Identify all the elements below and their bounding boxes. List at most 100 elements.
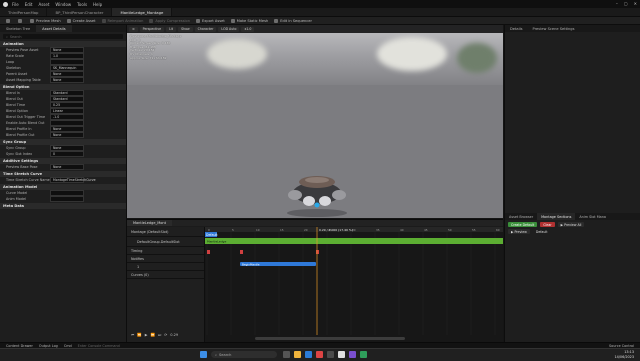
property-value-field[interactable]: None [50,164,84,170]
menu-window[interactable]: Window [55,2,71,7]
file-explorer-icon[interactable] [294,351,301,358]
property-label: Blend Time [6,103,26,107]
tab-bp-thirdpersoncharacter[interactable]: BP_ThirdPersonCharacter [47,8,113,16]
unreal-engine-taskbar-icon[interactable] [338,351,345,358]
close-icon[interactable]: ✕ [634,1,637,6]
loop-icon[interactable]: ⟳ [164,333,167,337]
sequencer-icon [274,18,279,23]
taskbar-clock[interactable]: 13:13 14/06/2023 [614,350,634,359]
tab-details[interactable]: Details [505,25,527,32]
export-asset-button[interactable]: Export Asset [196,18,225,23]
app-icon[interactable] [327,351,334,358]
playback-speed-button[interactable]: x1.0 [241,26,255,32]
lod-button[interactable]: LOD Auto [218,26,240,32]
perspective-button[interactable]: Perspective [139,26,165,32]
skip-forward-icon[interactable]: ⏭ [158,333,161,337]
character-back-highlight [305,177,329,183]
menu-asset[interactable]: Asset [38,2,49,7]
section-label: Default [206,233,218,237]
skip-back-icon[interactable]: ⏮ [131,333,134,337]
ruler-tick-label: 40 [400,228,404,232]
preview-all-button[interactable]: ▶ Preview All [557,222,585,227]
track-notify-1[interactable]: 1 [127,263,204,271]
property-value-field[interactable]: None [50,77,84,83]
app-icon[interactable] [316,351,323,358]
transport-controls: ⏮ ⏪ ▶ ⏩ ⏭ ⟳ 0.29 [131,333,178,337]
step-forward-icon[interactable]: ⏩ [150,333,154,337]
timing-marker[interactable] [207,250,210,254]
tab-asset-details[interactable]: Asset Details [36,25,72,32]
app-icon[interactable] [349,351,356,358]
menu-tools[interactable]: Tools [77,2,87,7]
character-button[interactable]: Character [194,26,217,32]
play-icon[interactable]: ▶ [145,333,148,337]
property-label: Blend Profile In [6,127,32,131]
show-button[interactable]: Show [178,26,193,32]
track-curves[interactable]: Curves (0) [127,271,204,279]
default-section-label[interactable]: Default [533,229,551,234]
track-montage[interactable]: Montage (DefaultSlot) [127,227,204,237]
property-value-field[interactable]: MontageTimeStretchCurve [50,177,96,183]
play-icon: ▶ [511,229,514,234]
tab-skeleton-tree[interactable]: Skeleton Tree [0,25,36,32]
tab-label: MantleLedge_Montage [120,9,164,15]
timeline-scrollbar[interactable] [255,337,405,340]
compress-icon [149,18,154,23]
asset-toolbar: Preview Mesh Create Asset Reimport Anima… [0,17,640,25]
create-default-button[interactable]: Create Default [508,222,538,227]
viewport-menu-button[interactable]: ≡ [129,26,138,32]
property-row: Asset Mapping Table None [0,77,126,83]
apply-compression-button[interactable]: Apply Compression [149,18,190,23]
property-label: Blend Out [6,97,23,101]
tab-anim-slot-manager[interactable]: Anim Slot Mana [575,213,610,220]
tab-asset-browser[interactable]: Asset Browser [505,213,537,220]
left-panel-tabs: Skeleton Tree Asset Details [0,25,126,32]
preview-mesh-button[interactable]: Preview Mesh [30,18,61,23]
details-section-header[interactable]: Meta Data [0,203,126,209]
montage-editor-header: MantleLedge_Mont [127,220,503,226]
clear-button[interactable]: Clear [540,222,555,227]
create-asset-button[interactable]: Create Asset [66,18,96,23]
property-value-field[interactable]: None [50,132,84,138]
playhead-label: 0.29 / 1.000 (17.40 %) [319,228,353,232]
track-default-slot[interactable]: DefaultGroup.DefaultSlot [127,237,204,247]
menu-edit[interactable]: Edit [25,2,33,7]
property-value-field[interactable]: 0 [50,151,84,157]
taskbar-search-input[interactable]: ⌕ Search [211,351,277,358]
preview-button[interactable]: ▶ Preview [508,229,530,234]
ruler-tick-label: 55 [472,228,476,232]
montage-editor-tab[interactable]: MantleLedge_Mont [127,220,173,226]
property-value-field[interactable] [50,196,84,202]
maximize-icon[interactable]: ▢ [624,1,628,6]
preview-viewport[interactable]: ≡ Perspective Lit Show Character LOD Aut… [127,25,503,218]
montage-segment-bar[interactable] [205,238,503,244]
timing-marker[interactable] [316,250,319,254]
minimize-icon[interactable]: – [616,1,618,6]
root-bone-marker[interactable] [314,202,320,208]
task-view-icon[interactable] [283,351,290,358]
edge-browser-icon[interactable] [305,351,312,358]
timing-marker[interactable] [240,250,243,254]
details-search-input[interactable]: ⌕ Search [3,34,123,39]
step-back-icon[interactable]: ⏪ [137,333,141,337]
app-icon[interactable] [360,351,367,358]
make-static-mesh-button[interactable]: Make Static Mesh [230,18,268,23]
tab-mantleledge-montage[interactable]: MantleLedge_Montage [112,8,173,16]
save-button[interactable] [6,18,12,23]
menu-help[interactable]: Help [93,2,102,7]
section-row: ▶ Preview Default [508,229,638,234]
menu-file[interactable]: File [12,2,19,7]
track-notifies[interactable]: Notifies [127,255,204,263]
edit-in-sequencer-button[interactable]: Edit in Sequencer [274,18,312,23]
tab-thirdpersonmap[interactable]: ThirdPersonMap [0,8,48,16]
browse-button[interactable] [18,18,24,23]
windows-start-icon[interactable] [200,351,207,358]
reimport-animation-button[interactable]: Reimport Animation [101,18,143,23]
timeline-area[interactable]: 0 5 10 15 20 25 30 35 40 45 50 55 60 Default MantleL… [205,227,503,343]
ruler-tick-label: 35 [376,228,380,232]
lit-button[interactable]: Lit [166,26,177,32]
track-timing[interactable]: Timing [127,247,204,255]
tab-montage-sections[interactable]: Montage Sections [537,213,576,220]
tab-preview-scene-settings[interactable]: Preview Scene Settings [527,25,579,32]
property-label: Blend Option [6,109,29,113]
